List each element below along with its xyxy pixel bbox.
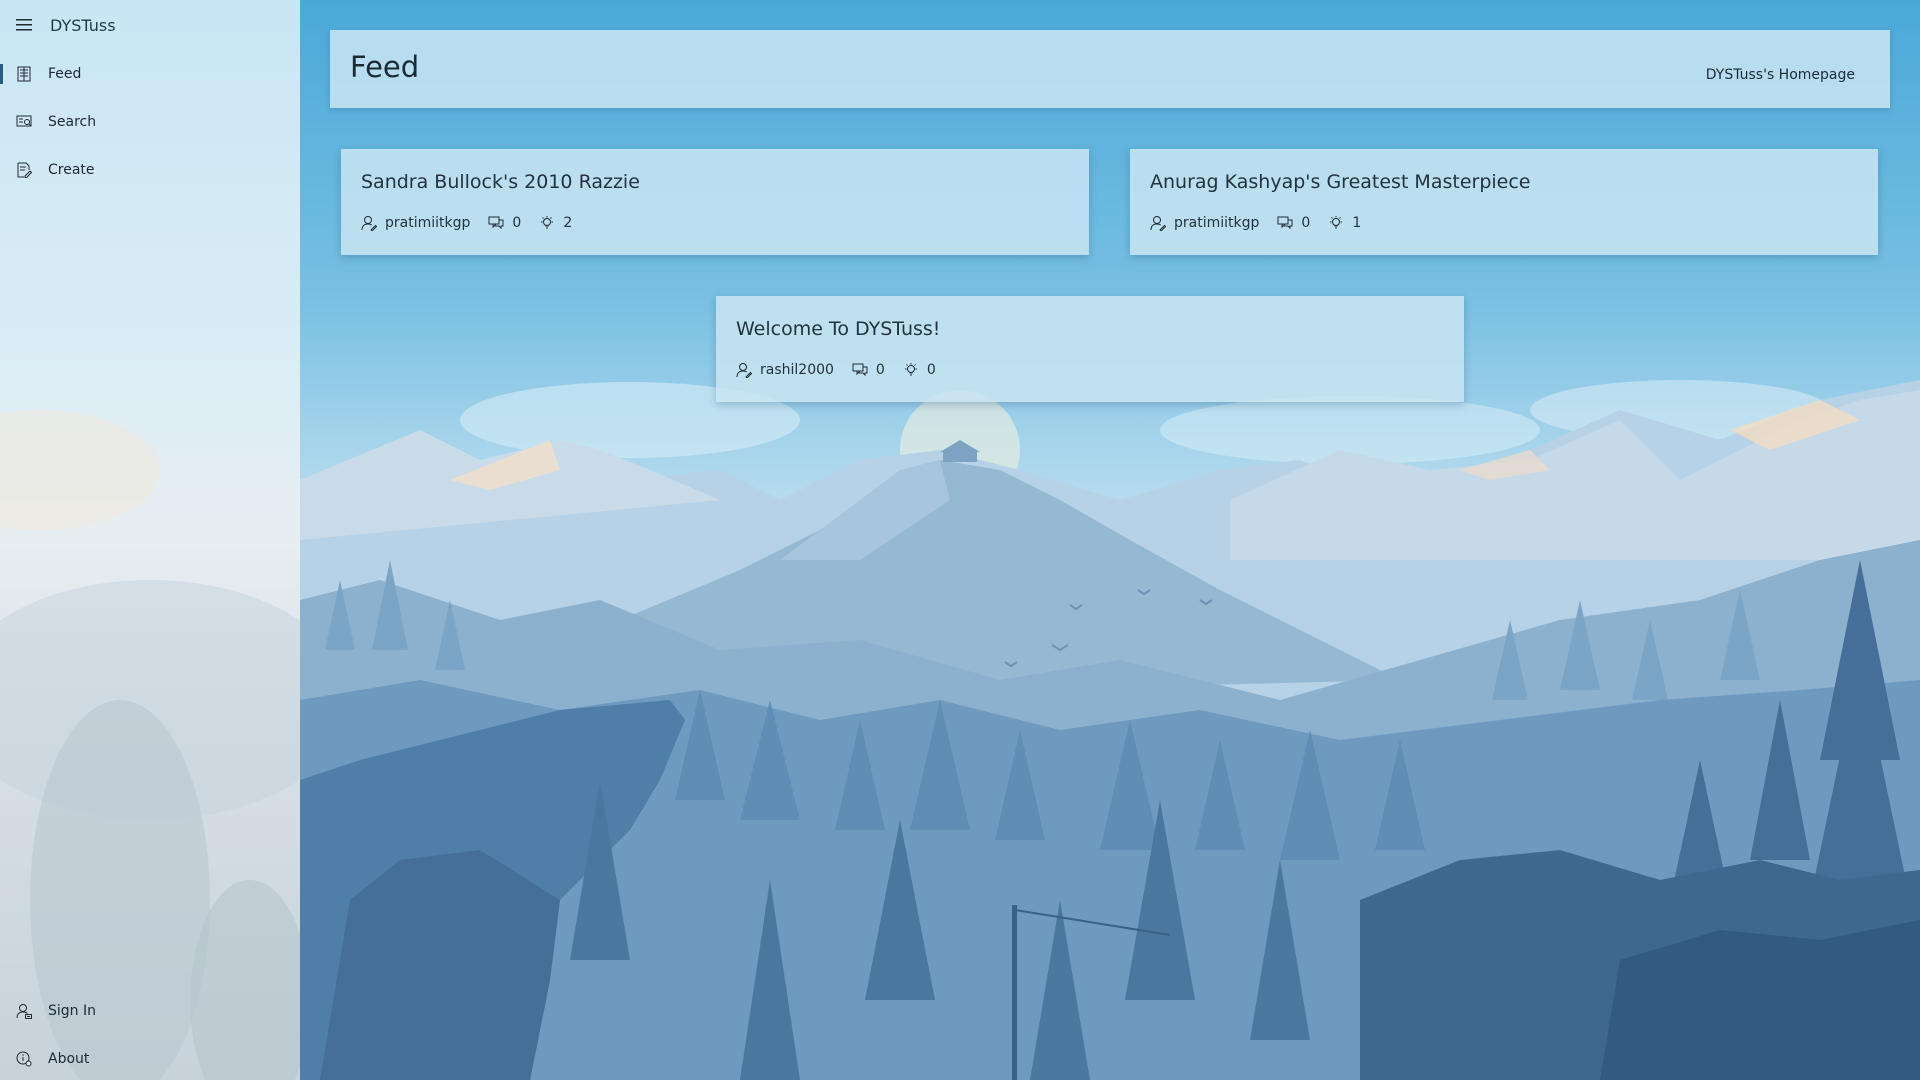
- like-count-value: 0: [926, 362, 936, 378]
- sidebar-item-label: Create: [48, 162, 95, 178]
- hamburger-icon: [16, 19, 32, 31]
- comment-count: 0: [852, 362, 885, 378]
- feed-icon: [17, 66, 31, 82]
- sidebar-nav: Feed Search Create: [0, 50, 300, 194]
- sidebar-item-label: About: [48, 1051, 90, 1067]
- homepage-label: DYSTuss's Homepage: [1705, 67, 1855, 83]
- page-header: Feed DYSTuss's Homepage: [330, 30, 1890, 108]
- like-count: 1: [1328, 215, 1361, 231]
- post-meta: pratimiitkgp 0: [361, 215, 590, 231]
- sidebar-item-sign-in[interactable]: Sign In: [0, 987, 300, 1035]
- post-card[interactable]: Anurag Kashyap's Greatest Masterpiece pr…: [1130, 149, 1878, 255]
- app-window: DYSTuss Feed Search Create Sign In About…: [0, 0, 1920, 1080]
- search-icon: [16, 115, 32, 127]
- comment-count-value: 0: [512, 215, 522, 231]
- like-count-value: 1: [1352, 215, 1362, 231]
- comment-icon: [1277, 216, 1293, 230]
- comment-count: 0: [1277, 215, 1310, 231]
- post-meta: rashil2000 0 0: [736, 362, 954, 378]
- comment-icon: [852, 363, 868, 377]
- post-meta: pratimiitkgp 0: [1150, 215, 1379, 231]
- page-title: Feed: [350, 50, 420, 84]
- post-title: Anurag Kashyap's Greatest Masterpiece: [1150, 171, 1531, 193]
- sidebar-item-label: Feed: [48, 66, 82, 82]
- sidebar-item-feed[interactable]: Feed: [0, 50, 300, 98]
- sidebar-item-label: Search: [48, 114, 97, 130]
- post-title: Sandra Bullock's 2010 Razzie: [361, 171, 640, 193]
- sign-in-icon: [16, 1004, 32, 1019]
- post-card[interactable]: Sandra Bullock's 2010 Razzie pratimiitkg…: [341, 149, 1089, 255]
- app-title: DYSTuss: [50, 15, 116, 35]
- sidebar-item-label: Sign In: [48, 1003, 96, 1019]
- about-icon: [16, 1051, 32, 1067]
- sidebar-item-search[interactable]: Search: [0, 98, 300, 146]
- sidebar: DYSTuss Feed Search Create Sign In About: [0, 0, 300, 1080]
- comment-icon: [488, 216, 504, 230]
- post-title: Welcome To DYSTuss!: [736, 318, 941, 340]
- lightbulb-icon: [1330, 216, 1343, 229]
- lightbulb-icon: [541, 216, 554, 229]
- author-name: rashil2000: [760, 362, 834, 378]
- create-icon: [17, 162, 32, 178]
- post-author: pratimiitkgp: [361, 215, 470, 231]
- user-icon: [736, 363, 752, 378]
- post-author: pratimiitkgp: [1150, 215, 1259, 231]
- comment-count: 0: [488, 215, 521, 231]
- author-name: pratimiitkgp: [385, 215, 471, 231]
- comment-count-value: 0: [1301, 215, 1311, 231]
- sidebar-header: DYSTuss: [0, 0, 300, 50]
- like-count-value: 2: [563, 215, 573, 231]
- user-icon: [361, 216, 377, 231]
- like-count: 2: [539, 215, 572, 231]
- sidebar-item-about[interactable]: About: [0, 1035, 300, 1080]
- comment-count-value: 0: [875, 362, 885, 378]
- like-count: 0: [903, 362, 936, 378]
- sidebar-footer-nav: Sign In About: [0, 987, 300, 1080]
- sidebar-item-create[interactable]: Create: [0, 146, 300, 194]
- author-name: pratimiitkgp: [1174, 215, 1260, 231]
- menu-toggle-button[interactable]: [0, 0, 48, 50]
- user-icon: [1150, 216, 1166, 231]
- post-author: rashil2000: [736, 362, 834, 378]
- post-card[interactable]: Welcome To DYSTuss! rashil2000 0 0: [716, 296, 1464, 402]
- lightbulb-icon: [904, 363, 917, 376]
